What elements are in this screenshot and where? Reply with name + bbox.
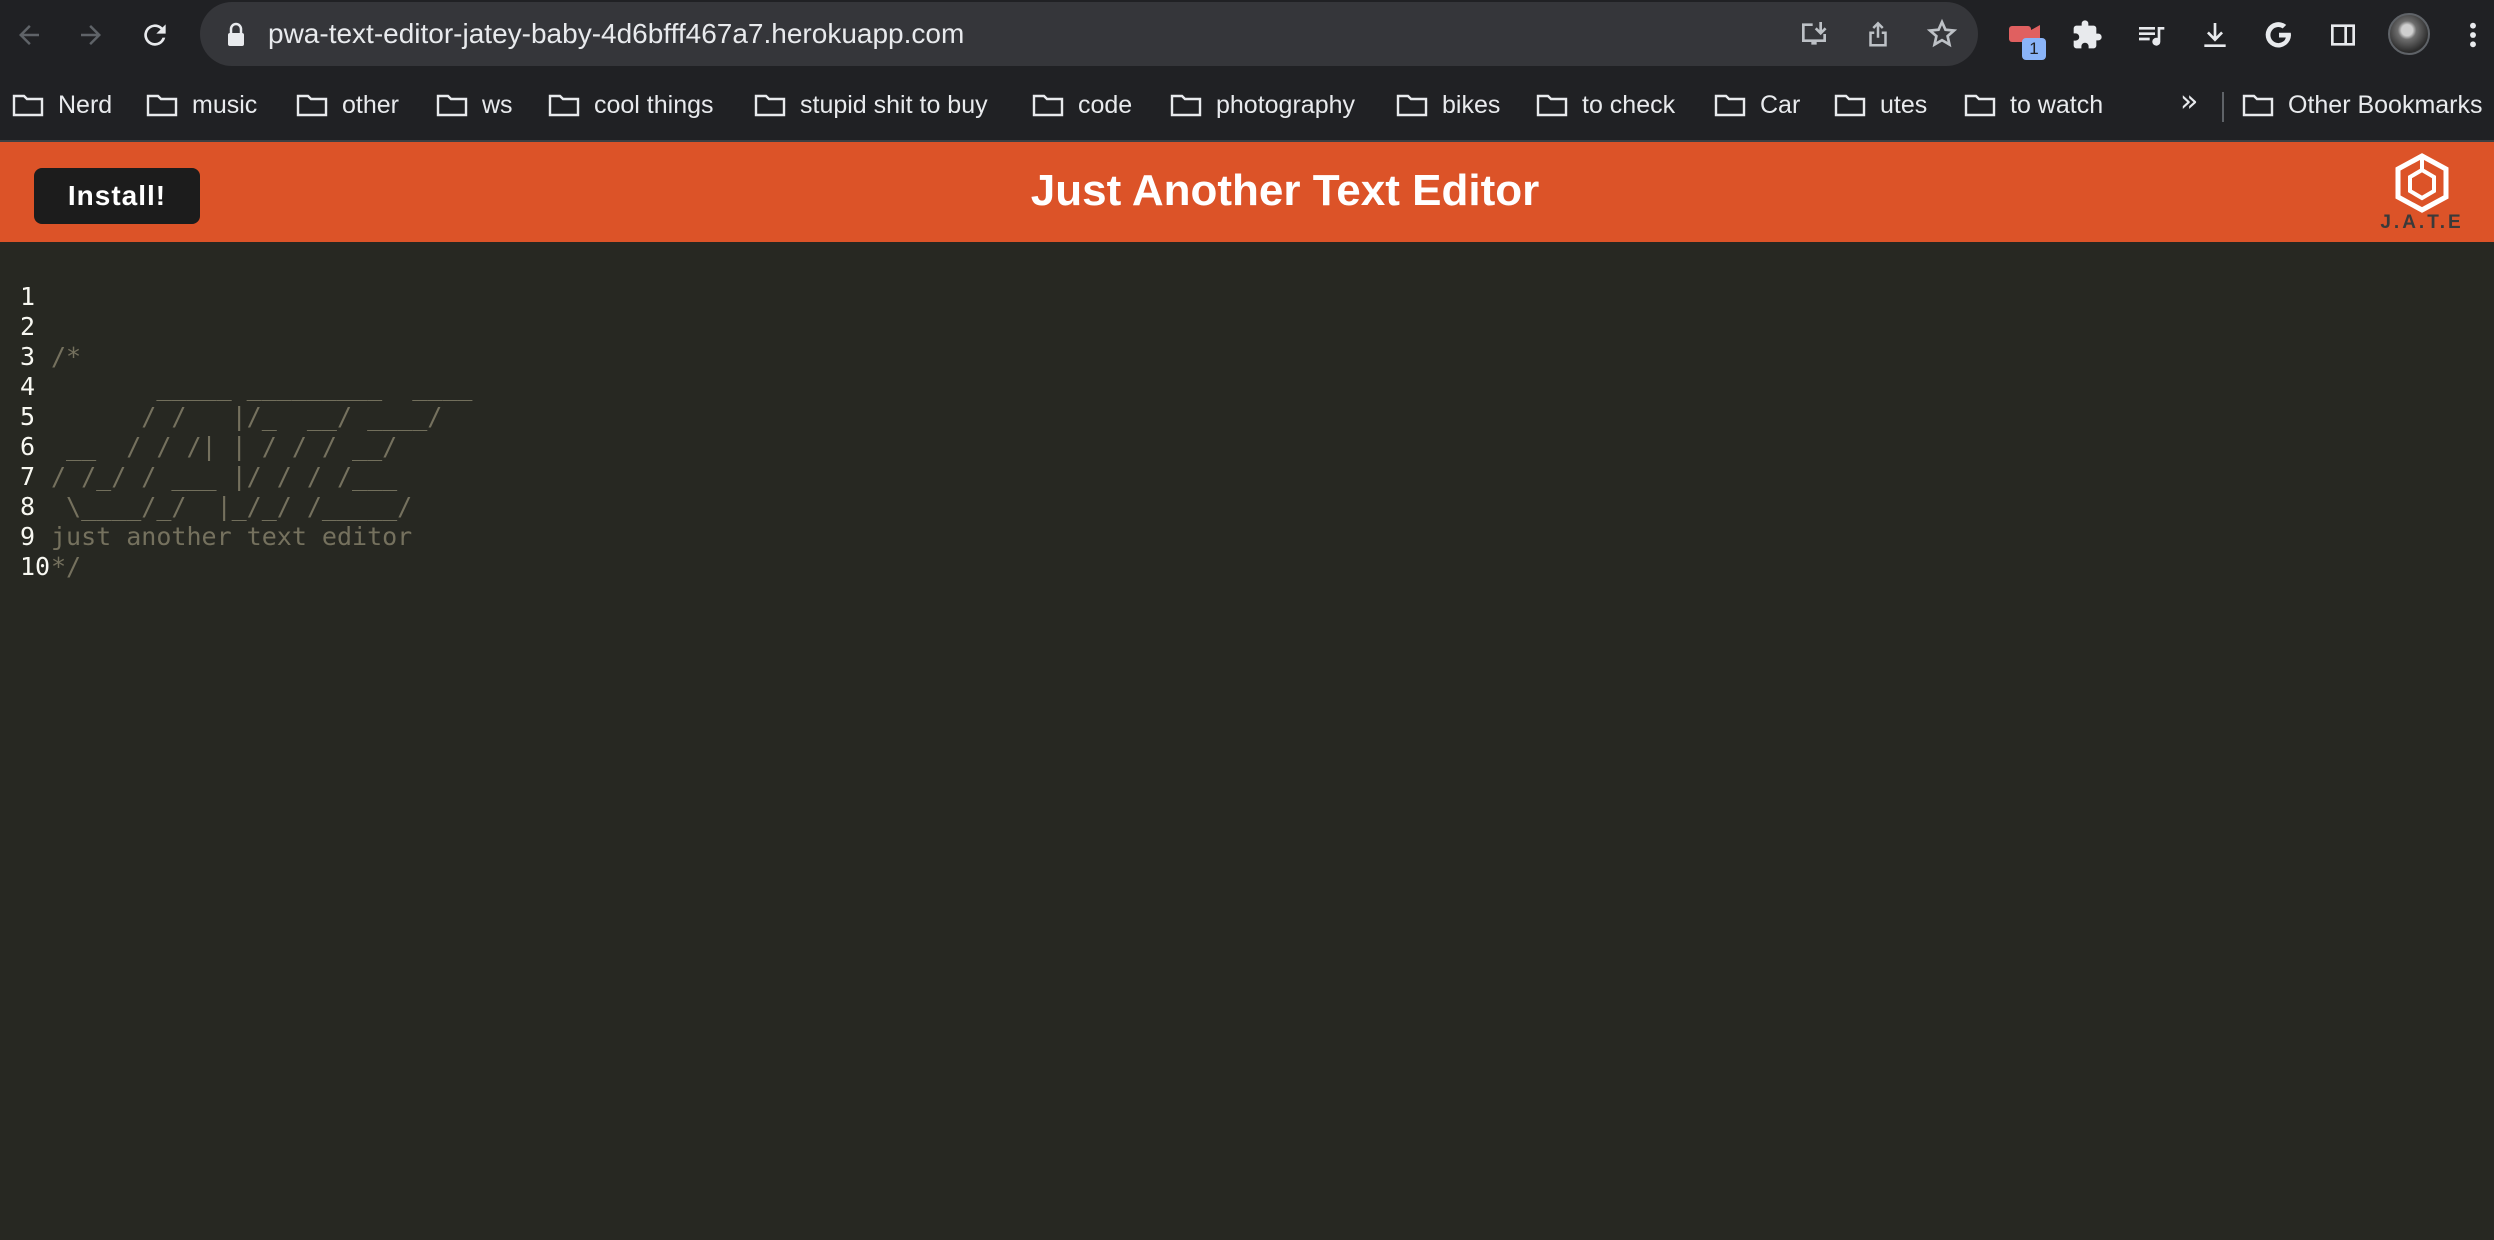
arrow-right-icon [81,25,101,45]
jate-logo-icon [2395,153,2449,213]
bookmark-label: music [192,90,258,119]
editor-line: 10 [0,522,60,581]
side-panel-button[interactable] [2322,14,2364,56]
bookmark-folder[interactable]: Nerd [12,87,112,123]
folder-icon [1032,94,1064,117]
folder-icon [2242,94,2274,117]
line-text: \____/_/ |_/_/ /_____/ [51,492,413,521]
editor-line: 7 \____/_/ |_/_/ /_____/ [0,432,412,521]
bookmark-label: Other Bookmarks [2288,90,2483,119]
install-app-button[interactable] [1796,16,1832,52]
bookmarks-divider [2222,92,2224,122]
editor-line: 5 __ / / /| | / / / __/ [0,372,397,461]
app-logo: J.A.T.E [2374,152,2470,238]
line-text: / /_/ / ___ |/ / / /___ [51,462,398,491]
share-button[interactable] [1860,16,1896,52]
share-icon [1869,21,1887,47]
logo-text: J.A.T.E [2380,212,2464,233]
folder-icon [1714,94,1746,117]
back-button[interactable] [8,14,50,56]
bookmark-folder[interactable]: to watch [1964,87,2103,123]
bookmark-folder[interactable]: to check [1536,87,1675,123]
queue-music-icon [2139,27,2165,46]
bookmark-label: Nerd [58,90,113,119]
extensions-button[interactable] [2066,14,2108,56]
bookmark-folder[interactable]: stupid shit to buy [754,87,988,123]
line-text: _____ _________ ____ [51,372,473,401]
bookmark-folder[interactable]: utes [1834,87,1927,123]
line-text: / / |/_ __/ ____/ [51,402,443,431]
downloads-button[interactable] [2194,14,2236,56]
media-control-button[interactable] [2130,14,2172,56]
bookmark-star-button[interactable] [1924,16,1960,52]
line-text: just another text editor [51,522,413,551]
bookmark-folder[interactable]: code [1032,87,1132,123]
bookmarks-bar: Nerd music other ws cool things stupid s… [0,70,2494,142]
side-panel-icon [2331,24,2355,46]
folder-icon [1834,94,1866,117]
folder-icon [754,94,786,117]
bookmark-folder[interactable]: bikes [1396,87,1500,123]
other-bookmarks-folder[interactable]: Other Bookmarks [2242,87,2483,123]
folder-icon [436,94,468,117]
google-button[interactable] [2258,14,2300,56]
bookmark-label: code [1078,90,1133,119]
folder-icon [1536,94,1568,117]
folder-icon [1396,94,1428,117]
bookmark-folder[interactable]: ws [436,87,513,123]
page-title: Just Another Text Editor [1030,166,1540,215]
bookmark-label: photography [1216,90,1356,119]
extension-badge: 1 [2022,38,2046,60]
bookmark-label: cool things [594,90,714,119]
puzzle-icon [2073,20,2102,49]
forward-button[interactable] [70,14,112,56]
bookmark-label: utes [1880,90,1928,119]
editor-line: 9 */ [0,492,81,581]
folder-icon [1964,94,1996,117]
folder-icon [548,94,580,117]
more-bookmarks-button[interactable]: » [2180,84,2198,119]
folder-icon [296,94,328,117]
editor-line: 8 just another text editor [0,462,412,551]
profile-avatar[interactable] [2388,13,2430,55]
folder-icon [1170,94,1202,117]
bookmark-folder[interactable]: cool things [548,87,714,123]
bookmark-label: ws [482,90,513,119]
browser-toolbar: pwa-text-editor-jatey-baby-4d6bfff467a7.… [0,0,2494,70]
bookmark-label: to watch [2010,90,2104,119]
reload-icon [144,24,166,46]
bookmark-label: Car [1760,90,1801,119]
bookmark-folder[interactable]: Car [1714,87,1800,123]
folder-icon [12,94,44,117]
bookmark-folder[interactable]: photography [1170,87,1355,123]
folder-icon [146,94,178,117]
editor-line: 4 / / |/_ __/ ____/ [0,342,442,431]
bookmark-label: stupid shit to buy [800,90,988,119]
lock-icon [228,22,244,46]
browser-menu-button[interactable] [2452,14,2494,56]
editor-line: 3 _____ _________ ____ [0,312,472,401]
reload-button[interactable] [134,14,176,56]
arrow-left-icon [19,25,39,45]
editor-line: 2 /* [0,282,81,371]
url-text: pwa-text-editor-jatey-baby-4d6bfff467a7.… [268,18,965,49]
bookmark-folder[interactable]: other [296,87,399,123]
bookmark-label: other [342,90,399,119]
address-bar[interactable]: pwa-text-editor-jatey-baby-4d6bfff467a7.… [200,2,1978,66]
bookmark-label: bikes [1442,90,1501,119]
bookmark-folder[interactable]: music [146,87,257,123]
google-icon [2265,22,2291,48]
line-text: __ / / /| | / / / __/ [51,432,398,461]
download-icon [2204,23,2226,47]
more-vertical-icon [2470,22,2476,48]
bookmark-label: to check [1582,90,1676,119]
editor-line: 1 [0,252,60,311]
line-number: 10 [20,552,51,581]
app-header: Install! Just Another Text Editor J.A.T.… [0,142,2494,242]
code-editor[interactable]: 1 2 /* 3 _____ _________ ____ 4 / / |/_ … [0,242,2494,1240]
editor-line: 6 / /_/ / ___ |/ / / /___ [0,402,397,491]
star-icon [1926,18,1958,48]
install-desktop-icon [1802,22,1827,45]
